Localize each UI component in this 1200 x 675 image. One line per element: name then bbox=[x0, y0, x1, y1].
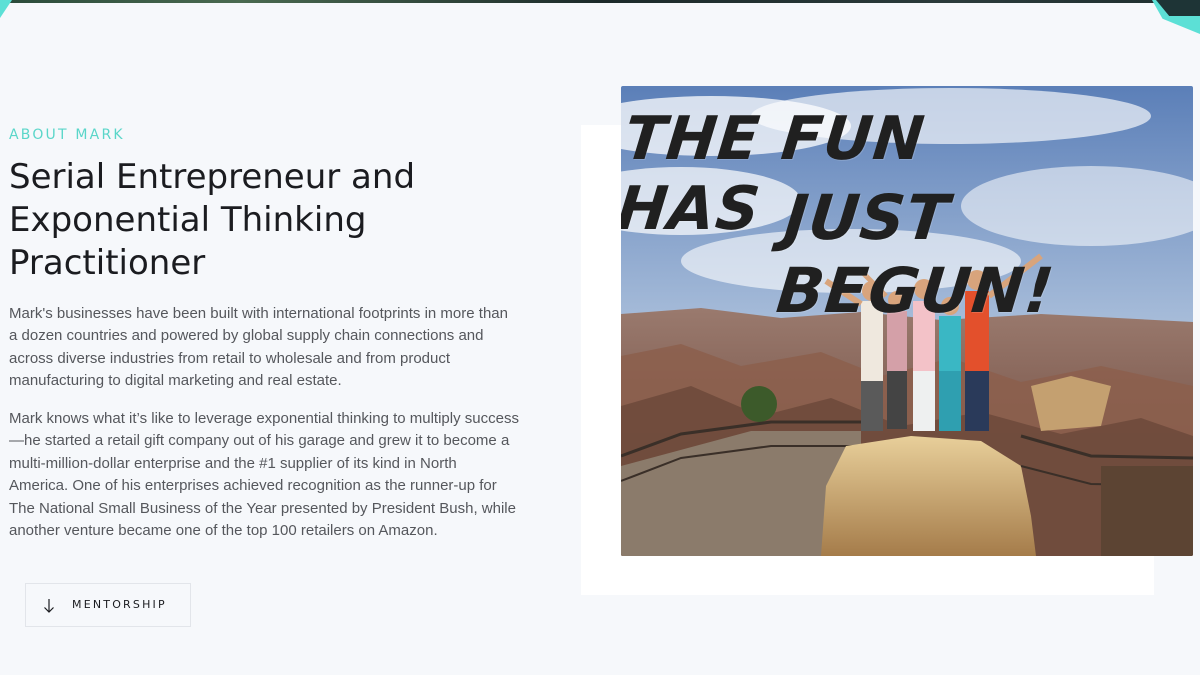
photo-caption-line-2: JUST BEGUN! bbox=[773, 181, 1059, 327]
top-decorative-strip bbox=[0, 0, 1200, 3]
mentorship-button[interactable]: MENTORSHIP bbox=[25, 583, 191, 627]
mentorship-button-label: MENTORSHIP bbox=[72, 598, 167, 611]
grand-canyon-family-photo: THE FUN HAS JUST BEGUN! bbox=[621, 86, 1193, 556]
section-eyebrow: ABOUT MARK bbox=[9, 127, 125, 143]
page-title: Serial Entrepreneur and Exponential Thin… bbox=[9, 157, 416, 283]
arrow-down-icon bbox=[42, 596, 56, 616]
about-paragraph-1: Mark's businesses have been built with i… bbox=[9, 305, 508, 390]
top-left-accent-shape bbox=[0, 0, 12, 18]
about-paragraph-2: Mark knows what it’s like to leverage ex… bbox=[9, 410, 519, 540]
